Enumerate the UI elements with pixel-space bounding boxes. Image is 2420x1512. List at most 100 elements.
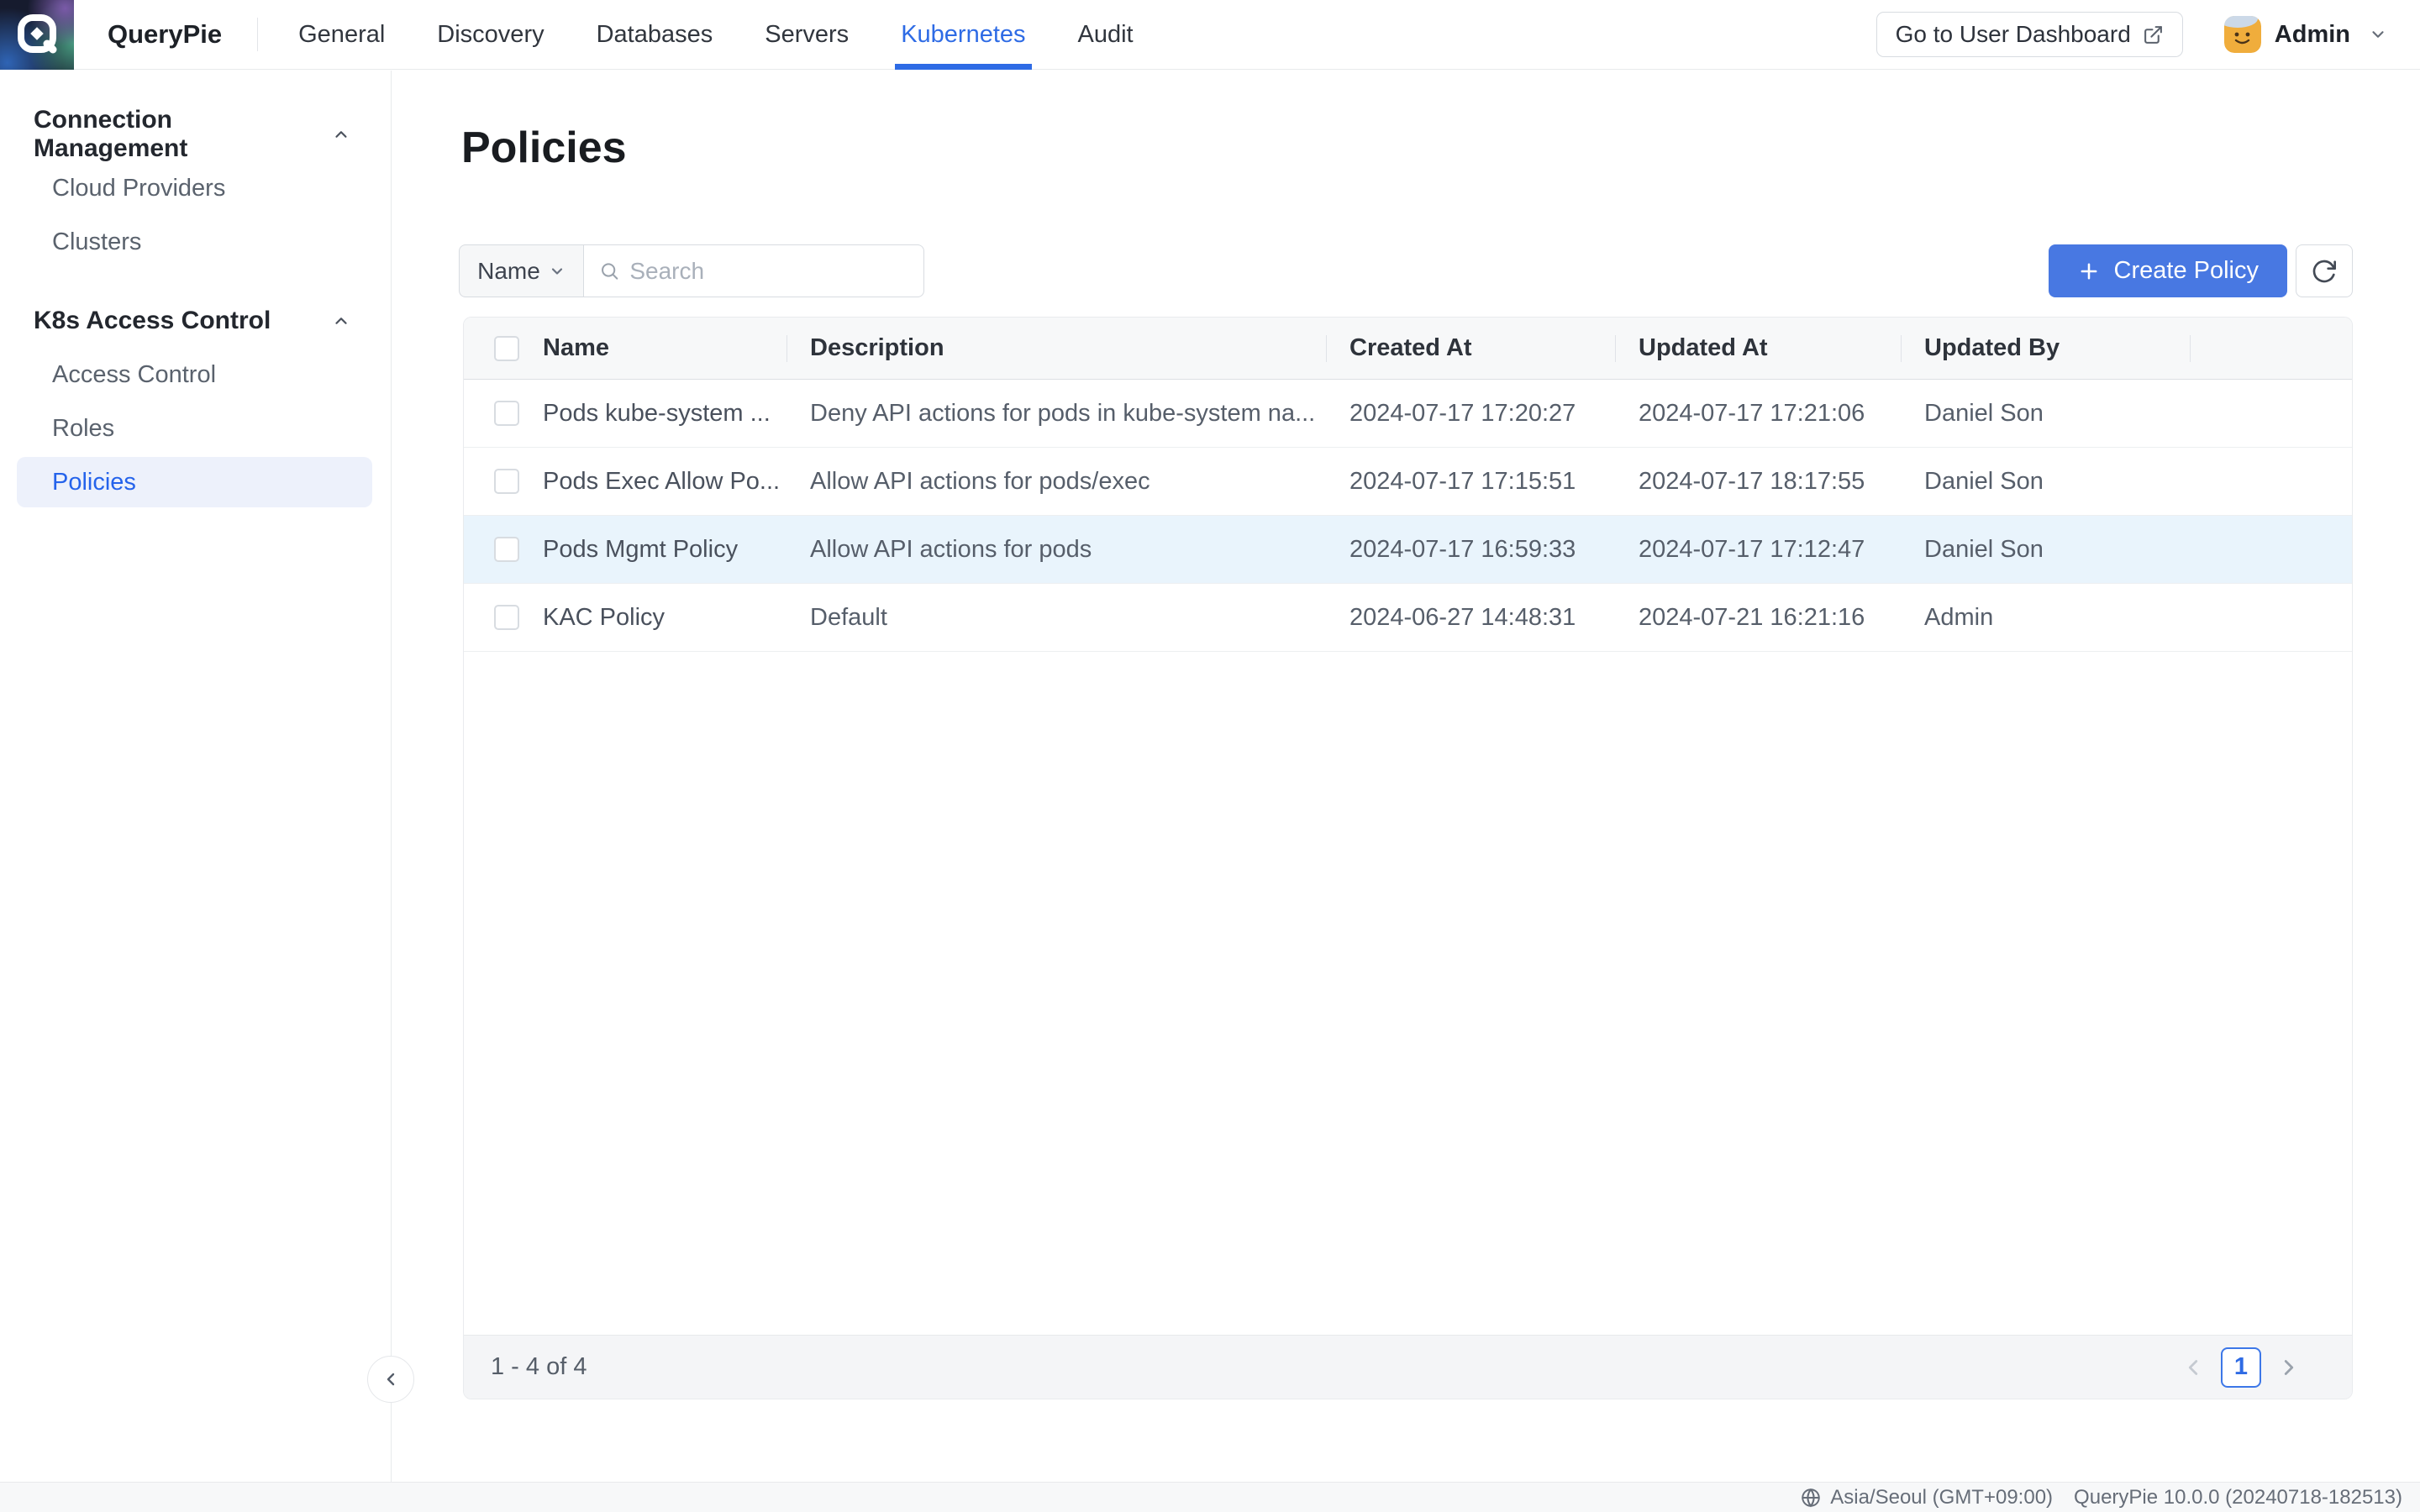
pagination-page-1[interactable]: 1: [2221, 1347, 2261, 1388]
column-header-created-at[interactable]: Created At: [1326, 318, 1615, 380]
plus-icon: [2077, 260, 2101, 283]
column-header-description[interactable]: Description: [786, 318, 1326, 380]
column-header-name[interactable]: Name: [519, 318, 786, 380]
policy-created-at: 2024-07-17 17:15:51: [1326, 468, 1615, 496]
querypie-logo[interactable]: [0, 0, 74, 70]
row-checkbox[interactable]: [494, 469, 519, 494]
search-icon: [599, 260, 619, 282]
policy-description: Allow API actions for pods: [786, 536, 1326, 564]
row-checkbox[interactable]: [494, 605, 519, 630]
chevron-up-icon: [332, 312, 350, 330]
column-header-updated-at[interactable]: Updated At: [1615, 318, 1901, 380]
tab-servers[interactable]: Servers: [765, 0, 849, 69]
version-text: QueryPie 10.0.0 (20240718-182513): [2074, 1486, 2402, 1509]
table-footer: 1 - 4 of 4 1: [464, 1335, 2352, 1399]
sidebar-item-clusters[interactable]: Clusters: [0, 215, 391, 269]
table-row[interactable]: Pods kube-system ... Deny API actions fo…: [464, 380, 2352, 448]
policy-name: Pods Exec Allow Po...: [519, 468, 786, 496]
topbar-divider: [257, 18, 258, 51]
table-row-highlighted[interactable]: Pods Mgmt Policy Allow API actions for p…: [464, 516, 2352, 584]
policy-updated-at: 2024-07-17 17:21:06: [1615, 400, 1901, 428]
brand-name: QueryPie: [108, 19, 222, 50]
main-content: Policies Name Create Policy: [392, 71, 2420, 1482]
table-row[interactable]: KAC Policy Default 2024-06-27 14:48:31 2…: [464, 584, 2352, 652]
sidebar-section-connection-management[interactable]: Connection Management: [0, 108, 391, 161]
status-bar: Asia/Seoul (GMT+09:00) QueryPie 10.0.0 (…: [0, 1482, 2420, 1512]
refresh-button[interactable]: [2296, 244, 2353, 297]
avatar[interactable]: [2224, 16, 2261, 53]
table-header-row: Name Description Created At Updated At U…: [464, 318, 2352, 380]
policy-updated-at: 2024-07-17 17:12:47: [1615, 536, 1901, 564]
search-input[interactable]: [629, 258, 908, 285]
globe-icon: [1800, 1487, 1822, 1509]
tab-discovery[interactable]: Discovery: [437, 0, 544, 69]
row-checkbox[interactable]: [494, 537, 519, 562]
refresh-icon: [2311, 258, 2338, 285]
chevron-down-icon[interactable]: [2369, 25, 2387, 44]
column-header-actions: [2190, 318, 2352, 380]
top-bar: QueryPie General Discovery Databases Ser…: [0, 0, 2420, 70]
search-box: [584, 244, 924, 297]
external-link-icon: [2143, 24, 2164, 45]
policy-description: Default: [786, 604, 1326, 632]
policy-name: KAC Policy: [519, 604, 786, 632]
policy-created-at: 2024-06-27 14:48:31: [1326, 604, 1615, 632]
timezone-group[interactable]: Asia/Seoul (GMT+09:00): [1800, 1486, 2053, 1509]
chevron-left-icon: [381, 1369, 401, 1389]
chevron-left-icon: [2181, 1355, 2206, 1380]
user-name[interactable]: Admin: [2275, 21, 2350, 49]
policy-created-at: 2024-07-17 17:20:27: [1326, 400, 1615, 428]
go-to-user-dashboard-button[interactable]: Go to User Dashboard: [1876, 12, 2183, 57]
section-title: K8s Access Control: [34, 307, 271, 335]
querypie-logo-icon: [15, 13, 59, 56]
row-checkbox[interactable]: [494, 401, 519, 426]
table-empty-area: [464, 652, 2352, 1335]
topbar-right: Go to User Dashboard Admin: [1876, 12, 2420, 57]
page-title: Policies: [461, 123, 627, 173]
sidebar-item-access-control[interactable]: Access Control: [0, 348, 391, 402]
chevron-up-icon: [332, 125, 350, 144]
pagination-next-button[interactable]: [2276, 1355, 2302, 1380]
policy-description: Deny API actions for pods in kube-system…: [786, 400, 1326, 428]
create-policy-label: Create Policy: [2114, 257, 2259, 285]
timezone-text: Asia/Seoul (GMT+09:00): [1830, 1486, 2053, 1509]
policy-description: Allow API actions for pods/exec: [786, 468, 1326, 496]
pagination-prev-button[interactable]: [2181, 1355, 2206, 1380]
sidebar-collapse-button[interactable]: [367, 1356, 414, 1403]
column-header-updated-by[interactable]: Updated By: [1901, 318, 2190, 380]
policy-created-at: 2024-07-17 16:59:33: [1326, 536, 1615, 564]
dashboard-button-label: Go to User Dashboard: [1896, 21, 2131, 48]
policy-updated-by: Daniel Son: [1901, 536, 2190, 564]
policy-updated-at: 2024-07-21 16:21:16: [1615, 604, 1901, 632]
pager: 1: [2181, 1347, 2302, 1388]
filter-bar: Name: [459, 244, 924, 297]
tab-databases[interactable]: Databases: [597, 0, 713, 69]
sidebar: Connection Management Cloud Providers Cl…: [0, 71, 392, 1482]
section-title: Connection Management: [34, 106, 332, 163]
policy-updated-by: Admin: [1901, 604, 2190, 632]
table-row[interactable]: Pods Exec Allow Po... Allow API actions …: [464, 448, 2352, 516]
chevron-right-icon: [2276, 1355, 2302, 1380]
filter-field-select[interactable]: Name: [459, 244, 584, 297]
sidebar-item-cloud-providers[interactable]: Cloud Providers: [0, 161, 391, 215]
chevron-down-icon: [549, 263, 566, 280]
sidebar-section-k8s-access-control[interactable]: K8s Access Control: [0, 294, 391, 348]
tab-kubernetes[interactable]: Kubernetes: [901, 0, 1025, 69]
policy-updated-by: Daniel Son: [1901, 400, 2190, 428]
policy-name: Pods kube-system ...: [519, 400, 786, 428]
sidebar-item-policies[interactable]: Policies: [17, 457, 372, 507]
filter-field-label: Name: [477, 258, 540, 285]
action-area: Create Policy: [2049, 244, 2353, 297]
policies-table: Name Description Created At Updated At U…: [463, 317, 2353, 1399]
pagination-range: 1 - 4 of 4: [491, 1353, 587, 1381]
tab-audit[interactable]: Audit: [1078, 0, 1134, 69]
top-nav: General Discovery Databases Servers Kube…: [298, 0, 1134, 69]
avatar-emoji-icon: [2224, 16, 2261, 53]
tab-general[interactable]: General: [298, 0, 385, 69]
sidebar-item-roles[interactable]: Roles: [0, 402, 391, 455]
policy-updated-by: Daniel Son: [1901, 468, 2190, 496]
create-policy-button[interactable]: Create Policy: [2049, 244, 2287, 297]
policy-name: Pods Mgmt Policy: [519, 536, 786, 564]
policy-updated-at: 2024-07-17 18:17:55: [1615, 468, 1901, 496]
select-all-checkbox[interactable]: [494, 336, 519, 361]
